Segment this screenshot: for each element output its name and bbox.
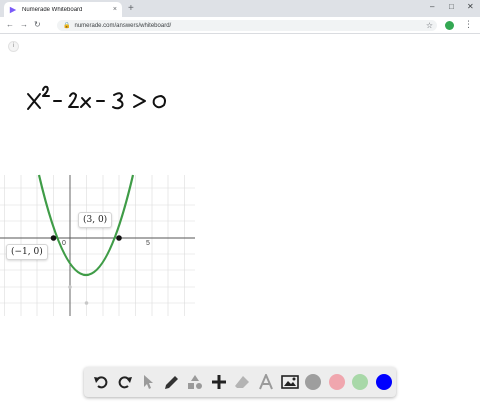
origin-tick-label: 0 (62, 240, 66, 247)
lock-icon: 🔒 (63, 23, 71, 29)
new-tab-button[interactable]: + (128, 3, 134, 14)
gray-swatch-icon (305, 374, 322, 390)
handwritten-inequality (27, 85, 166, 110)
pen-tool[interactable] (161, 371, 184, 393)
pen-icon (164, 376, 178, 389)
forward-button[interactable]: → (20, 20, 28, 30)
text-tool[interactable] (255, 371, 278, 393)
numerade-favicon-icon (9, 6, 17, 13)
shapes-icon (188, 375, 203, 389)
color-swatch-blue[interactable] (372, 371, 395, 393)
minimize-button[interactable]: – (430, 2, 434, 12)
vertex-point (84, 301, 89, 305)
color-swatch-green[interactable] (349, 371, 372, 393)
whiteboard-canvas[interactable]: i 0 5 (3, 0) (−1, 0) (0, 35, 480, 402)
redo-icon (118, 376, 132, 389)
tool-palette (84, 367, 396, 397)
select-tool[interactable] (137, 371, 160, 393)
text-icon (259, 374, 273, 390)
undo-icon (94, 376, 108, 389)
browser-menu-icon[interactable]: ⋮ (464, 19, 473, 30)
pink-swatch-icon (328, 374, 345, 390)
pointer-icon (144, 375, 154, 389)
tab-close-icon[interactable]: × (113, 6, 117, 13)
point-label: (−1, 0) (6, 244, 48, 260)
eraser-tool[interactable] (231, 371, 254, 393)
browser-tab[interactable]: Numerade Whiteboard × (4, 2, 122, 17)
maximize-button[interactable]: □ (449, 2, 454, 12)
shapes-tool[interactable] (184, 371, 207, 393)
url-text[interactable]: numerade.com/answers/whiteboard/ (74, 23, 425, 29)
image-icon (280, 375, 299, 389)
browser-tabstrip: Numerade Whiteboard × + – □ ✕ (0, 0, 480, 17)
screen: Numerade Whiteboard × + – □ ✕ ← → ↻ 🔒 nu… (0, 0, 480, 402)
close-window-button[interactable]: ✕ (467, 2, 474, 12)
color-swatch-gray[interactable] (302, 371, 325, 393)
blue-swatch-icon (375, 374, 392, 390)
green-swatch-icon (352, 374, 369, 390)
browser-toolbar: ← → ↻ 🔒 numerade.com/answers/whiteboard/… (0, 17, 480, 34)
x-intercept-point (50, 235, 57, 241)
image-tool[interactable] (278, 371, 301, 393)
x-tick-label: 5 (146, 240, 150, 247)
bookmark-star-icon[interactable]: ☆ (426, 21, 433, 30)
extension-icon[interactable] (445, 21, 454, 30)
point-label: (3, 0) (78, 212, 113, 228)
redo-button[interactable] (114, 371, 137, 393)
eraser-icon (235, 376, 250, 388)
undo-button[interactable] (90, 371, 113, 393)
reload-button[interactable]: ↻ (34, 20, 41, 30)
tab-title: Numerade Whiteboard (22, 6, 83, 13)
add-button[interactable] (208, 371, 231, 393)
address-bar[interactable]: 🔒 numerade.com/answers/whiteboard/ ☆ (57, 20, 437, 31)
back-button[interactable]: ← (6, 20, 14, 30)
add-icon (211, 375, 226, 389)
whiteboard-drawing (0, 85, 195, 316)
color-swatch-pink[interactable] (325, 371, 348, 393)
x-intercept-point (116, 235, 122, 241)
y-intercept-point (68, 285, 72, 289)
